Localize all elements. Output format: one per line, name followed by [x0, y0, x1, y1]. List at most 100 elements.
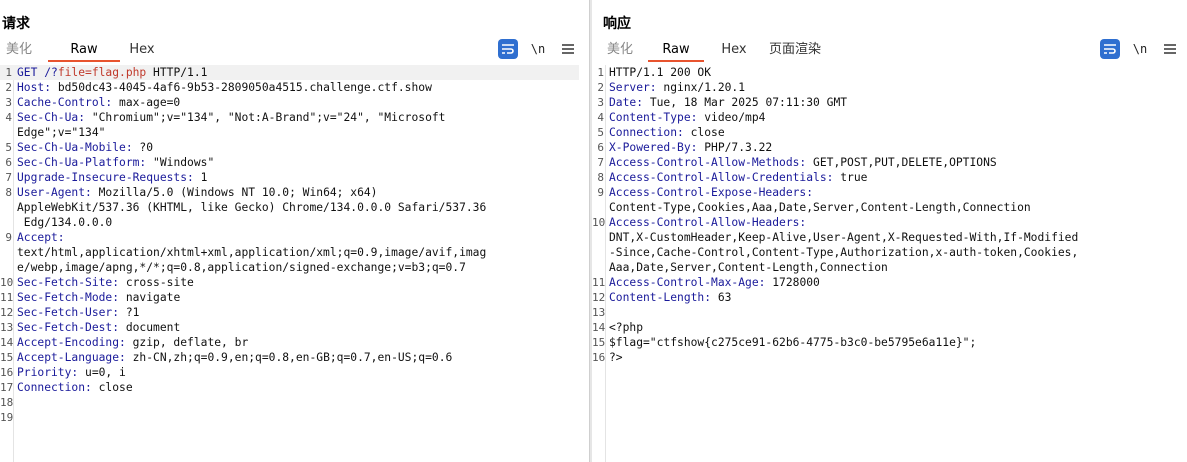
line-number: 1 [597, 66, 604, 79]
request-title: 请求 [2, 16, 30, 32]
header-value: -Since,Cache-Control,Content-Type,Author… [609, 246, 1079, 259]
line-content: Content-Length: 63 [609, 290, 731, 305]
tab-hex[interactable]: Hex [714, 40, 754, 62]
tab-raw[interactable]: Raw [48, 40, 120, 62]
newline-toggle[interactable]: \n [1130, 39, 1150, 59]
line-number: 9 [5, 231, 12, 244]
header-name: Cache-Control: [17, 96, 113, 109]
header-value: "Chromium";v="134", "Not:A-Brand";v="24"… [85, 111, 446, 124]
line-number: 14 [592, 321, 606, 334]
header-value: document [119, 321, 181, 334]
tab-pretty[interactable]: 美化 [0, 40, 38, 62]
response-editor[interactable]: 1 HTTP/1.1 200 OK 2 Server: nginx/1.20.1 3 Da… [592, 65, 1187, 462]
line-content: Host: bd50dc43-4045-4af6-9b53-2809050a45… [17, 80, 432, 95]
code-line: e/webp,image/apng,*/*;q=0.8,application/… [0, 260, 579, 275]
line-content: Edg/134.0.0.0 [17, 215, 112, 230]
code-line: 3 Date: Tue, 18 Mar 2025 07:11:30 GMT [592, 95, 1177, 110]
line-number: 12 [592, 291, 606, 304]
header-name: User-Agent: [17, 186, 92, 199]
request-editor[interactable]: 1 GET /?file=flag.php HTTP/1.1 2 Host: bd50… [0, 65, 589, 462]
line-content: Accept: [17, 230, 65, 245]
wrap-lines-icon[interactable] [498, 39, 518, 59]
code-line: 17 Connection: close [0, 380, 579, 395]
header-value: HTTP/1.1 [146, 66, 208, 79]
line-content: Upgrade-Insecure-Requests: 1 [17, 170, 207, 185]
line-content: Priority: u=0, i [17, 365, 126, 380]
header-value: true [833, 171, 868, 184]
header-value: $flag="ctfshow{c275ce91-62b6-4775-b3c0-b… [609, 336, 977, 349]
header-name: Access-Control-Allow-Headers: [609, 216, 807, 229]
line-number: 8 [5, 186, 12, 199]
response-tabs: 美化 Raw Hex 页面渲染 [604, 40, 824, 62]
header-value: nginx/1.20.1 [656, 81, 746, 94]
code-line: 4 Sec-Ch-Ua: "Chromium";v="134", "Not:A-B… [0, 110, 579, 125]
code-line: 5 Connection: close [592, 125, 1177, 140]
code-line: 16 Priority: u=0, i [0, 365, 579, 380]
line-number: 12 [0, 306, 14, 319]
line-number: 8 [597, 171, 604, 184]
header-value: max-age=0 [112, 96, 181, 109]
code-line: 16 ?> [592, 350, 1177, 365]
header-name: Accept: [17, 231, 65, 244]
header-name: Content-Type: [609, 111, 698, 124]
header-value: close [91, 381, 133, 394]
line-number: 3 [597, 96, 604, 109]
hamburger-menu-icon[interactable] [1160, 39, 1180, 59]
code-line: 19 [0, 410, 579, 425]
line-content: GET /?file=flag.php HTTP/1.1 [17, 65, 207, 80]
wrap-lines-icon[interactable] [1100, 39, 1120, 59]
header-value: DNT,X-CustomHeader,Keep-Alive,User-Agent… [609, 231, 1079, 244]
header-value: <?php [609, 321, 644, 334]
header-value: bd50dc43-4045-4af6-9b53-2809050a4515.cha… [51, 81, 432, 94]
header-name: Content-Length: [609, 291, 712, 304]
query-param: file=flag.php [57, 66, 147, 79]
line-content: Sec-Ch-Ua: "Chromium";v="134", "Not:A-Br… [17, 110, 446, 125]
line-content: ?> [609, 350, 623, 365]
tab-render[interactable]: 页面渲染 [766, 40, 824, 62]
line-content: Sec-Fetch-Dest: document [17, 320, 180, 335]
line-number: 11 [0, 291, 14, 304]
header-name: Priority: [17, 366, 79, 379]
header-value: Mozilla/5.0 (Windows NT 10.0; Win64; x64… [91, 186, 378, 199]
line-content: Access-Control-Allow-Methods: GET,POST,P… [609, 155, 997, 170]
line-number: 5 [597, 126, 604, 139]
response-title: 响应 [603, 16, 631, 32]
code-line: Edg/134.0.0.0 [0, 215, 579, 230]
header-value: text/html,application/xhtml+xml,applicat… [17, 246, 487, 259]
line-content: Edge";v="134" [17, 125, 105, 140]
header-value: 1 [193, 171, 208, 184]
newline-toggle[interactable]: \n [528, 39, 548, 59]
code-line: Content-Type,Cookies,Aaa,Date,Server,Con… [592, 200, 1177, 215]
header-name: Sec-Ch-Ua-Mobile: [17, 141, 133, 154]
code-line: DNT,X-CustomHeader,Keep-Alive,User-Agent… [592, 230, 1177, 245]
line-content: Sec-Fetch-Mode: navigate [17, 290, 180, 305]
line-number: 13 [0, 321, 14, 334]
line-content: $flag="ctfshow{c275ce91-62b6-4775-b3c0-b… [609, 335, 976, 350]
code-line: 5 Sec-Ch-Ua-Mobile: ?0 [0, 140, 579, 155]
header-value: gzip, deflate, br [125, 336, 249, 349]
tab-hex[interactable]: Hex [122, 40, 162, 62]
header-name: Server: [609, 81, 657, 94]
line-content: Server: nginx/1.20.1 [609, 80, 745, 95]
header-name: Connection: [609, 126, 684, 139]
line-number: 16 [0, 366, 14, 379]
line-number: 16 [592, 351, 606, 364]
header-value: Edge";v="134" [17, 126, 106, 139]
header-value: ?1 [119, 306, 140, 319]
line-content: Aaa,Date,Server,Content-Length,Connectio… [609, 260, 888, 275]
tab-pretty[interactable]: 美化 [604, 40, 636, 62]
line-number: 2 [597, 81, 604, 94]
code-line: 14 Accept-Encoding: gzip, deflate, br [0, 335, 579, 350]
line-number: 19 [0, 411, 14, 424]
line-number: 11 [592, 276, 606, 289]
tab-raw[interactable]: Raw [648, 40, 704, 62]
header-value: ?> [609, 351, 623, 364]
line-number: 9 [597, 186, 604, 199]
header-name: Sec-Fetch-Mode: [17, 291, 120, 304]
code-line: 14 <?php [592, 320, 1177, 335]
header-value: ?0 [132, 141, 154, 154]
code-line: 18 [0, 395, 579, 410]
hamburger-menu-icon[interactable] [558, 39, 578, 59]
line-number: 4 [5, 111, 12, 124]
header-value: 1728000 [765, 276, 820, 289]
